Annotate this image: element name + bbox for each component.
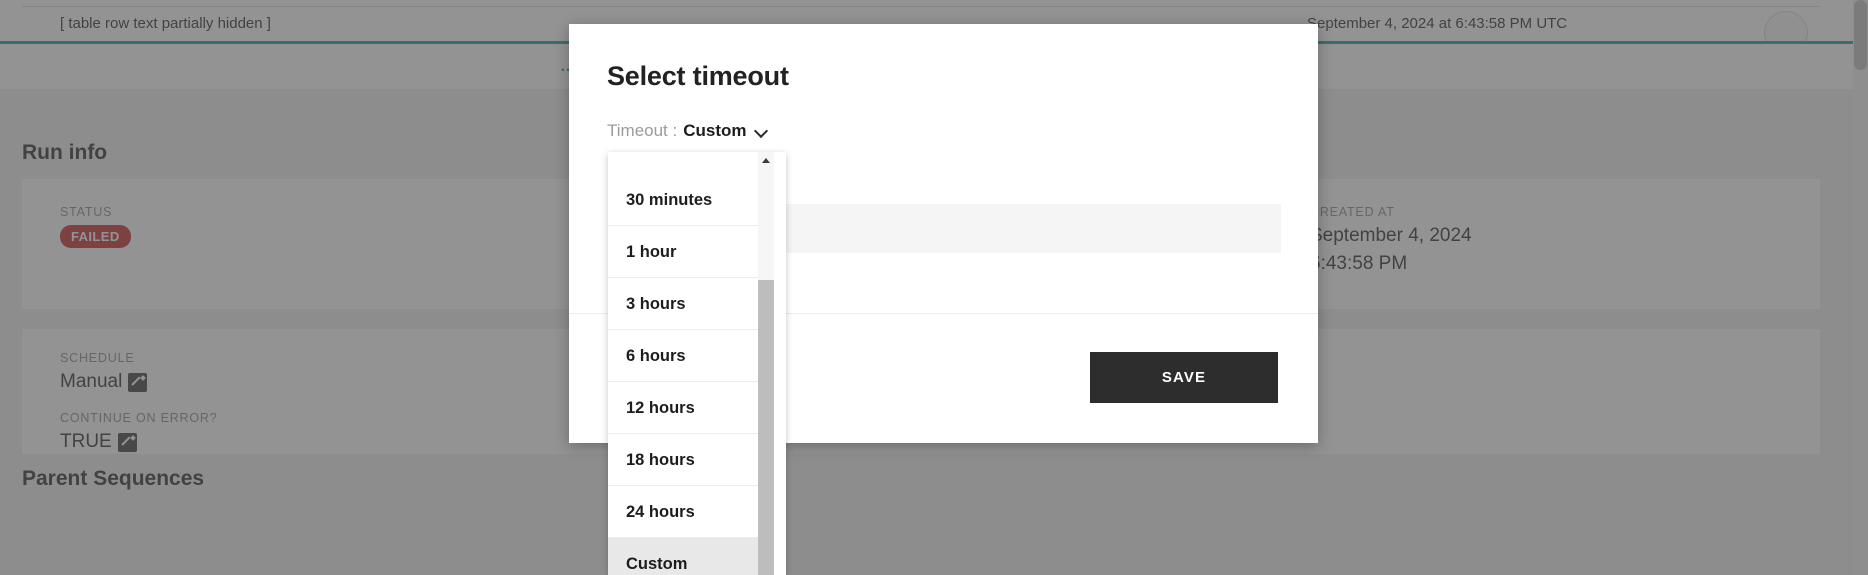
dropdown-option[interactable]: 6 hours <box>608 330 772 382</box>
dropdown-scrollbar[interactable] <box>758 152 774 575</box>
modal-title: Select timeout <box>607 61 789 91</box>
custom-timeout-input[interactable] <box>779 204 1281 253</box>
timeout-select-value: Custom <box>683 121 747 140</box>
dropdown-option[interactable]: 1 hour <box>608 226 772 278</box>
timeout-dropdown-panel[interactable]: 30 minutes 1 hour 3 hours 6 hours 12 hours 18… <box>608 152 786 575</box>
save-button[interactable]: SAVE <box>1090 352 1278 403</box>
dropdown-option[interactable]: 30 minutes <box>608 174 772 226</box>
timeout-select-trigger[interactable]: Timeout : Custom <box>607 121 768 141</box>
chevron-down-icon <box>755 125 768 138</box>
dropdown-option[interactable]: 3 hours <box>608 278 772 330</box>
timeout-select-label: Timeout : <box>607 121 678 140</box>
timeout-dropdown-list[interactable]: 30 minutes 1 hour 3 hours 6 hours 12 hours 18… <box>608 152 772 575</box>
dropdown-scrollbar-thumb[interactable] <box>758 280 774 575</box>
dropdown-option[interactable]: Custom <box>608 538 772 575</box>
dropdown-option[interactable]: 12 hours <box>608 382 772 434</box>
dropdown-option[interactable]: 18 hours <box>608 434 772 486</box>
scroll-up-arrow-icon[interactable] <box>758 152 774 168</box>
dropdown-option[interactable]: 24 hours <box>608 486 772 538</box>
